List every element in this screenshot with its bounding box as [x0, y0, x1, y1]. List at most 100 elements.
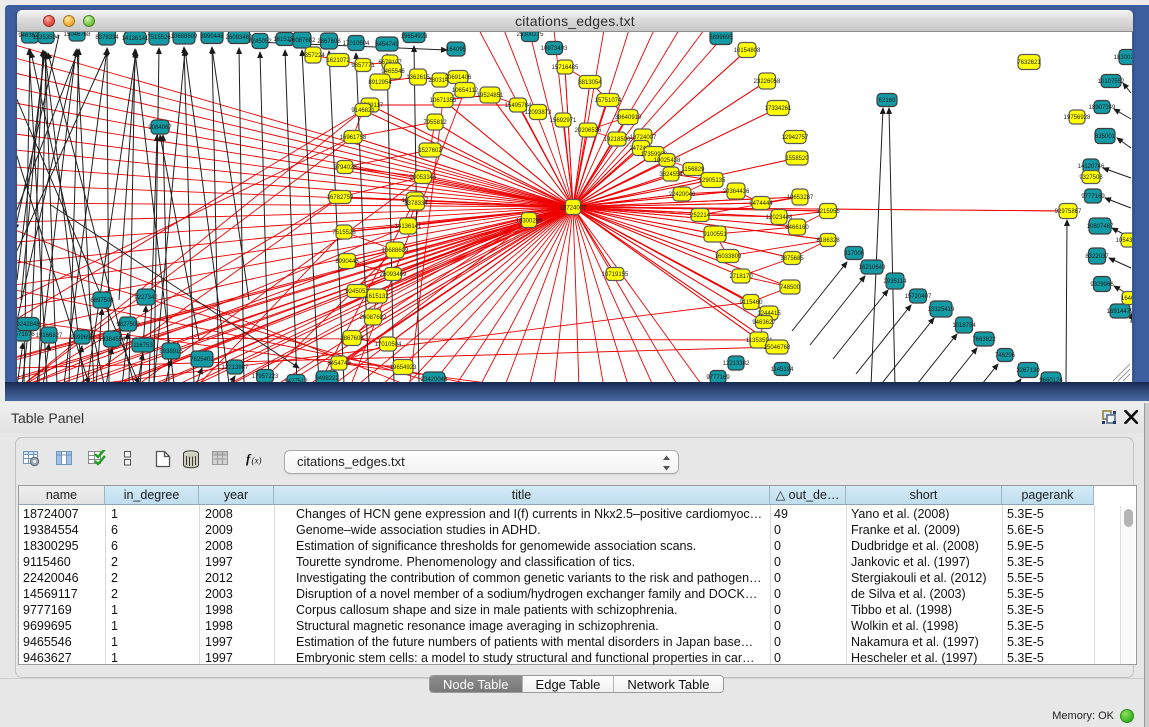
svg-text:8990448: 8990448	[335, 259, 359, 265]
svg-text:19524851: 19524851	[477, 93, 504, 99]
svg-text:14136141: 14136141	[122, 36, 149, 42]
svg-text:15692971: 15692971	[550, 118, 577, 124]
svg-text:22420046: 22420046	[669, 192, 696, 198]
svg-text:12093873: 12093873	[525, 110, 552, 116]
svg-text:15716485: 15716485	[552, 65, 579, 71]
svg-text:164095: 164095	[446, 47, 467, 53]
svg-text:1018754: 1018754	[952, 323, 976, 329]
svg-text:15720407: 15720407	[905, 294, 932, 300]
svg-text:13325419: 13325419	[928, 307, 955, 313]
svg-text:7625402: 7625402	[190, 357, 214, 363]
svg-text:18300295: 18300295	[1114, 55, 1132, 61]
svg-text:2867608: 2867608	[317, 39, 341, 45]
svg-text:15495784: 15495784	[505, 103, 532, 109]
svg-text:15046768: 15046768	[64, 32, 91, 38]
svg-text:9146821: 9146821	[351, 108, 375, 114]
svg-text:16961758: 16961758	[340, 135, 367, 141]
svg-text:3215955: 3215955	[816, 209, 840, 215]
svg-text:10688609: 10688609	[171, 34, 198, 40]
svg-text:10654112: 10654112	[452, 88, 479, 94]
svg-text:10025438: 10025438	[654, 158, 681, 164]
svg-text:9227342: 9227342	[134, 295, 158, 301]
svg-text:7632621: 7632621	[1017, 60, 1041, 66]
svg-text:9794028: 9794028	[333, 165, 357, 171]
svg-text:7357224: 7357224	[301, 53, 325, 59]
svg-text:3267130: 3267130	[1016, 368, 1040, 374]
svg-text:15751074: 15751074	[595, 98, 622, 104]
svg-text:7955812: 7955812	[423, 120, 447, 126]
svg-text:8378334: 8378334	[404, 201, 428, 207]
svg-text:16210643: 16210643	[859, 265, 886, 271]
svg-text:8813054: 8813054	[578, 80, 602, 86]
svg-text:20364436: 20364436	[723, 189, 750, 195]
svg-text:25300275: 25300275	[517, 32, 544, 38]
svg-text:2867608: 2867608	[340, 336, 364, 342]
svg-text:9242848: 9242848	[17, 322, 40, 328]
svg-text:(x): (x)	[252, 456, 262, 466]
svg-text:26093469: 26093469	[380, 272, 407, 278]
svg-text:18724007: 18724007	[560, 205, 587, 211]
svg-text:11353594: 11353594	[33, 35, 60, 41]
svg-text:2935114: 2935114	[884, 279, 908, 285]
svg-text:10973493: 10973493	[541, 46, 568, 52]
svg-text:12213987: 12213987	[222, 365, 249, 371]
svg-text:8322037: 8322037	[1085, 254, 1109, 260]
svg-text:14136141: 14136141	[395, 224, 422, 230]
svg-text:1362615: 1362615	[406, 75, 430, 81]
svg-text:6899695: 6899695	[709, 35, 733, 41]
svg-text:19756928: 19756928	[1064, 115, 1091, 121]
svg-text:38640910: 38640910	[615, 115, 642, 121]
svg-text:8471676: 8471676	[17, 332, 35, 338]
svg-text:9474444: 9474444	[749, 201, 773, 207]
svg-text:15046768: 15046768	[764, 345, 791, 351]
svg-text:8938915: 8938915	[159, 349, 183, 355]
svg-text:19384554: 19384554	[99, 337, 126, 343]
svg-text:10719155: 10719155	[602, 272, 629, 278]
svg-text:18300295: 18300295	[516, 218, 543, 224]
svg-text:8912954: 8912954	[368, 80, 392, 86]
svg-text:19218506: 19218506	[604, 137, 631, 143]
svg-text:92975867: 92975867	[1055, 209, 1082, 215]
svg-text:14120746: 14120746	[1078, 164, 1105, 170]
svg-text:10154808: 10154808	[734, 48, 761, 54]
svg-text:10543962: 10543962	[1116, 238, 1132, 244]
svg-text:9827509: 9827509	[116, 322, 140, 328]
svg-text:17010504: 17010504	[343, 41, 370, 47]
svg-text:9699695: 9699695	[70, 335, 94, 341]
svg-text:7663822: 7663822	[972, 337, 996, 343]
svg-text:20053346: 20053346	[410, 175, 437, 181]
svg-text:1145194: 1145194	[771, 367, 795, 373]
svg-text:16033809: 16033809	[715, 254, 742, 260]
svg-text:1156829: 1156829	[682, 167, 706, 173]
svg-text:26087682: 26087682	[360, 315, 387, 321]
svg-text:10807487: 10807487	[1087, 224, 1114, 230]
svg-text:17010504: 17010504	[375, 342, 402, 348]
svg-text:10653287: 10653287	[787, 195, 814, 201]
svg-text:20691406: 20691406	[445, 75, 472, 81]
svg-text:17334261: 17334261	[765, 106, 792, 112]
svg-text:1527602: 1527602	[418, 148, 442, 154]
svg-text:16914479: 16914479	[1107, 309, 1132, 315]
svg-text:9777169: 9777169	[706, 375, 730, 381]
svg-text:317006: 317006	[844, 251, 865, 257]
svg-text:19654923: 19654923	[390, 365, 417, 371]
svg-text:10107552: 10107552	[1098, 79, 1125, 85]
svg-text:23226058: 23226058	[754, 79, 781, 85]
svg-text:3824554: 3824554	[659, 172, 683, 178]
svg-text:252214: 252214	[690, 213, 711, 219]
svg-text:17957223: 17957223	[252, 374, 279, 380]
svg-text:9327508: 9327508	[1079, 175, 1103, 181]
svg-text:8454749: 8454749	[375, 42, 399, 48]
svg-text:6897508: 6897508	[90, 298, 114, 304]
svg-text:10688609: 10688609	[382, 248, 409, 254]
svg-text:746206: 746206	[995, 353, 1016, 359]
svg-text:6466160: 6466160	[785, 225, 809, 231]
svg-text:8378334: 8378334	[95, 35, 119, 41]
svg-text:16782759: 16782759	[327, 195, 354, 201]
svg-text:9115460: 9115460	[740, 300, 764, 306]
svg-text:12942757: 12942757	[782, 135, 809, 141]
svg-text:12905135: 12905135	[699, 178, 726, 184]
svg-text:20206536: 20206536	[575, 128, 602, 134]
svg-text:26087682: 26087682	[289, 38, 316, 44]
svg-text:7515526: 7515526	[147, 35, 171, 41]
